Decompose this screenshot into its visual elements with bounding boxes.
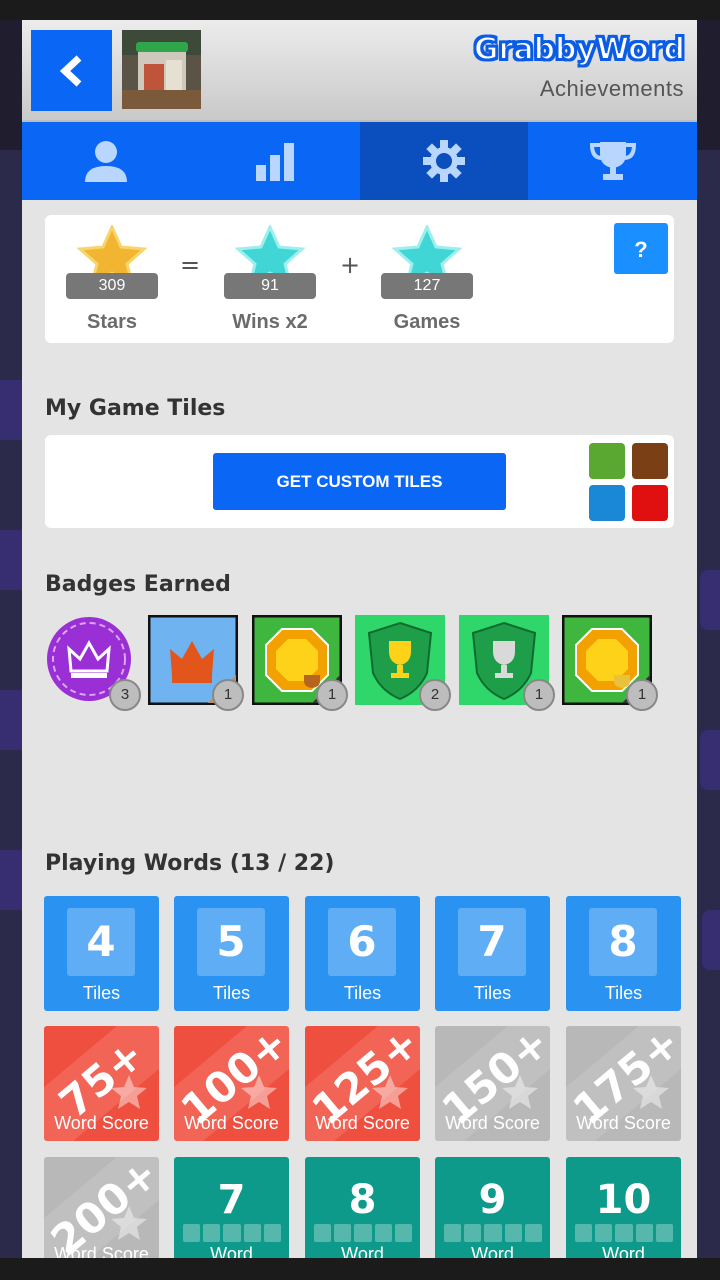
word-tile-5[interactable]: 5 Tiles	[174, 896, 289, 1011]
chevron-left-icon	[59, 55, 82, 87]
tab-profile[interactable]	[22, 122, 191, 200]
stars-summary-card: 309 Stars = 91 Wins x2 + 127 Games ?	[45, 215, 674, 343]
star-icon	[502, 1075, 538, 1109]
get-custom-tiles-button[interactable]: GET CUSTOM TILES	[213, 453, 506, 510]
tile-swatch-red[interactable]	[632, 485, 668, 521]
tile-caption: Tiles	[212, 983, 251, 1003]
badge-count: 3	[109, 679, 141, 711]
tile-count: 6	[328, 908, 396, 976]
stars-label: Stars	[86, 311, 138, 333]
word-length-7[interactable]: 7 Word	[174, 1157, 289, 1258]
status-bar	[0, 0, 720, 20]
star-icon	[111, 1075, 147, 1109]
plus-sign: +	[340, 251, 361, 279]
score-caption: Word Score	[315, 1113, 410, 1133]
word-length-value: 9	[478, 1177, 507, 1223]
score-caption: Word Score	[54, 1244, 149, 1258]
tile-count: 8	[589, 908, 657, 976]
badge-shield-1[interactable]: 2	[355, 615, 451, 711]
badge-crown-purple[interactable]: 3	[45, 615, 141, 711]
word-length-value: 7	[217, 1177, 246, 1223]
badges-title: Badges Earned	[45, 572, 231, 597]
word-caption: Word	[210, 1244, 253, 1258]
tab-trophies[interactable]	[528, 122, 697, 200]
tile-count: 4	[67, 908, 135, 976]
avatar[interactable]	[122, 30, 201, 109]
games-value: 127	[381, 273, 473, 299]
word-length-value: 10	[595, 1177, 652, 1223]
word-length-10[interactable]: 10 Word	[566, 1157, 681, 1258]
word-tile-4[interactable]: 4 Tiles	[44, 896, 159, 1011]
tile-caption: Tiles	[343, 983, 382, 1003]
tile-swatch-green[interactable]	[589, 443, 625, 479]
tab-settings[interactable]	[359, 122, 529, 200]
star-icon	[241, 1075, 277, 1109]
letter-boxes	[444, 1224, 543, 1242]
page-subtitle: Achievements	[539, 76, 684, 101]
back-button[interactable]	[31, 30, 112, 111]
word-caption: Word	[602, 1244, 645, 1258]
header: GrabbyWord Achievements	[22, 20, 697, 122]
score-caption: Word Score	[184, 1113, 279, 1133]
badge-count: 1	[626, 679, 658, 711]
letter-boxes	[314, 1224, 413, 1242]
word-score-125[interactable]: 125+ Word Score	[305, 1026, 420, 1141]
score-caption: Word Score	[54, 1113, 149, 1133]
word-score-100[interactable]: 100+ Word Score	[174, 1026, 289, 1141]
tile-caption: Tiles	[604, 983, 643, 1003]
word-caption: Word	[341, 1244, 384, 1258]
letter-boxes	[575, 1224, 674, 1242]
wins-value: 91	[224, 273, 316, 299]
navigation-bar	[0, 1258, 720, 1280]
tile-count: 5	[197, 908, 265, 976]
tile-swatch-wood[interactable]	[632, 443, 668, 479]
word-score-200[interactable]: 200+ Word Score	[44, 1157, 159, 1258]
badge-count: 1	[523, 679, 555, 711]
badge-gem-gold[interactable]: 1	[561, 614, 658, 711]
help-button[interactable]: ?	[614, 223, 668, 274]
star-icon	[372, 1075, 408, 1109]
badges-list: 3 1 1 2 1 1	[45, 614, 685, 715]
tile-caption: Tiles	[82, 983, 121, 1003]
stars-value: 309	[66, 273, 158, 299]
score-caption: Word Score	[445, 1113, 540, 1133]
game-tiles-card: GET CUSTOM TILES	[45, 435, 674, 528]
badge-shield-2[interactable]: 1	[459, 615, 555, 711]
tile-count: 7	[458, 908, 526, 976]
tile-swatch-blue[interactable]	[589, 485, 625, 521]
tile-caption: Tiles	[473, 983, 512, 1003]
tab-stats[interactable]	[191, 122, 360, 200]
word-length-value: 8	[348, 1177, 377, 1223]
games-label: Games	[393, 311, 461, 333]
gear-icon	[422, 140, 465, 182]
game-tiles-title: My Game Tiles	[45, 396, 226, 421]
badge-count: 2	[419, 679, 451, 711]
user-icon	[85, 141, 128, 182]
badge-count: 1	[212, 679, 244, 711]
word-tile-7[interactable]: 7 Tiles	[435, 896, 550, 1011]
equals-sign: =	[180, 251, 201, 279]
star-icon	[633, 1075, 669, 1109]
playing-words-title: Playing Words (13 / 22)	[45, 851, 335, 876]
score-caption: Word Score	[576, 1113, 671, 1133]
trophy-icon	[589, 142, 636, 180]
badge-crown-blue[interactable]: 1	[147, 614, 244, 711]
achievements-panel: GrabbyWord Achievements 309 Stars = 91 W…	[22, 20, 697, 1258]
badge-count: 1	[316, 679, 348, 711]
word-length-8[interactable]: 8 Word	[305, 1157, 420, 1258]
wins-label: Wins x2	[232, 311, 308, 333]
badge-gem-bronze[interactable]: 1	[251, 614, 348, 711]
star-icon	[111, 1206, 147, 1240]
word-tile-6[interactable]: 6 Tiles	[305, 896, 420, 1011]
tab-bar	[22, 122, 697, 200]
word-score-175[interactable]: 175+ Word Score	[566, 1026, 681, 1141]
word-score-75[interactable]: 75+ Word Score	[44, 1026, 159, 1141]
app-logo: GrabbyWord	[473, 31, 686, 68]
letter-boxes	[183, 1224, 282, 1242]
word-tile-8[interactable]: 8 Tiles	[566, 896, 681, 1011]
word-score-150[interactable]: 150+ Word Score	[435, 1026, 550, 1141]
word-caption: Word	[471, 1244, 514, 1258]
bar-chart-icon	[256, 143, 295, 181]
word-length-9[interactable]: 9 Word	[435, 1157, 550, 1258]
